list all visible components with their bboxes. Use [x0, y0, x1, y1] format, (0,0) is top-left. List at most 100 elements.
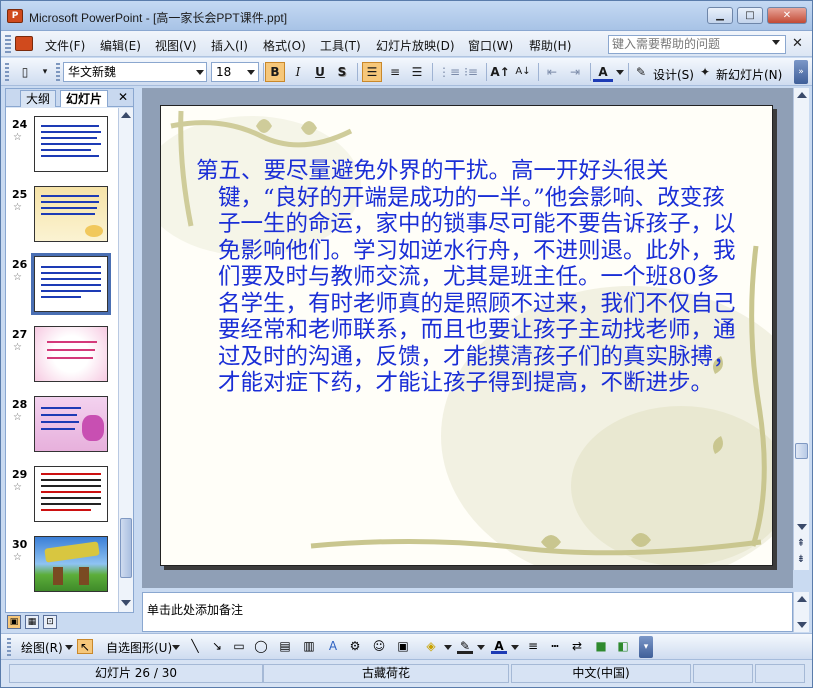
align-center-icon[interactable]: ≡: [385, 62, 405, 82]
line-color-icon[interactable]: ✎: [457, 639, 473, 654]
chevron-down-icon[interactable]: [172, 645, 180, 650]
close-document-button[interactable]: ✕: [792, 36, 803, 51]
underline-button[interactable]: U: [310, 62, 330, 82]
font-name-select[interactable]: 华文新魏: [63, 62, 207, 82]
scrollbar-thumb[interactable]: [120, 518, 132, 578]
menu-view[interactable]: 视图(V): [155, 37, 197, 54]
chevron-down-icon[interactable]: [444, 645, 452, 650]
design-icon[interactable]: ✎: [633, 62, 649, 82]
increase-font-icon[interactable]: A↑: [490, 62, 510, 82]
vertical-textbox-icon[interactable]: ▥: [301, 639, 317, 654]
clipart-icon[interactable]: ☺: [371, 639, 387, 654]
design-button[interactable]: 设计(S): [653, 66, 694, 83]
slide-body-text[interactable]: 第五、要尽量避免外界的干扰。高一开好头很关键，“良好的开端是成功的一半。”他会影…: [196, 158, 741, 397]
slide-thumbnail-24[interactable]: 24 ☆: [6, 116, 118, 180]
decrease-indent-icon[interactable]: ⇤: [542, 62, 562, 82]
close-button[interactable]: ✕: [767, 7, 807, 24]
menu-format[interactable]: 格式(O): [263, 37, 306, 54]
close-pane-button[interactable]: ✕: [118, 90, 128, 104]
draw-font-color-icon[interactable]: A: [491, 639, 507, 654]
slide-sorter-icon[interactable]: ▦: [25, 615, 39, 629]
wordart-icon[interactable]: A: [325, 639, 341, 654]
scrollbar-thumb[interactable]: [795, 443, 808, 459]
slide-thumbnail-28[interactable]: 28 ☆: [6, 396, 118, 460]
menu-tools[interactable]: 工具(T): [320, 37, 361, 54]
shadow-style-icon[interactable]: ■: [593, 639, 609, 654]
new-slide-icon[interactable]: ✦: [697, 62, 713, 82]
thumbnail-image[interactable]: [34, 466, 108, 522]
thumbnail-image[interactable]: [34, 396, 108, 452]
chevron-down-icon[interactable]: [65, 645, 73, 650]
increase-indent-icon[interactable]: ⇥: [565, 62, 585, 82]
scroll-up-icon[interactable]: [797, 596, 807, 602]
thumbnail-image[interactable]: [34, 326, 108, 382]
toolbar-grip[interactable]: [56, 63, 60, 81]
next-slide-icon[interactable]: ⇟: [793, 554, 809, 565]
toolbar-overflow-icon[interactable]: ▾: [639, 636, 653, 658]
chevron-down-icon[interactable]: [247, 70, 255, 75]
thumbnails-scrollbar[interactable]: [118, 108, 133, 612]
help-search-input[interactable]: 键入需要帮助的问题: [608, 35, 786, 54]
new-document-icon[interactable]: ▯: [15, 62, 35, 82]
italic-button[interactable]: I: [288, 62, 308, 82]
current-slide[interactable]: 第五、要尽量避免外界的干扰。高一开好头很关键，“良好的开端是成功的一半。”他会影…: [160, 105, 773, 566]
slide-thumbnail-29[interactable]: 29 ☆: [6, 466, 118, 530]
align-left-icon[interactable]: ☰: [362, 62, 382, 82]
scroll-down-icon[interactable]: [797, 622, 807, 628]
arrow-icon[interactable]: ↘: [209, 639, 225, 654]
maximize-button[interactable]: □: [737, 7, 763, 24]
chevron-down-icon[interactable]: [772, 40, 780, 45]
toolbar-grip[interactable]: [7, 638, 11, 656]
slide-scrollbar[interactable]: [793, 88, 809, 570]
slide-thumbnail-27[interactable]: 27 ☆: [6, 326, 118, 390]
bullets-icon[interactable]: ⁝≡: [461, 62, 481, 82]
toolbar-overflow-icon[interactable]: »: [794, 60, 808, 84]
menu-help[interactable]: 帮助(H): [529, 37, 571, 54]
menu-slideshow[interactable]: 幻灯片放映(D): [376, 37, 455, 54]
minimize-button[interactable]: ▁: [707, 7, 733, 24]
font-color-icon[interactable]: A: [593, 62, 613, 82]
chevron-down-icon[interactable]: [196, 70, 204, 75]
normal-view-icon[interactable]: ▣: [7, 615, 21, 629]
textbox-icon[interactable]: ▤: [277, 639, 293, 654]
select-pointer-icon[interactable]: ↖: [77, 639, 93, 654]
line-icon[interactable]: ╲: [187, 639, 203, 654]
thumbnail-image[interactable]: [34, 536, 108, 592]
align-right-icon[interactable]: ☰: [407, 62, 427, 82]
document-icon[interactable]: [15, 36, 33, 51]
slide-thumbnail-25[interactable]: 25 ☆: [6, 186, 118, 250]
tab-outline[interactable]: 大纲: [20, 90, 57, 107]
menu-window[interactable]: 窗口(W): [468, 37, 513, 54]
rectangle-icon[interactable]: ▭: [231, 639, 247, 654]
toolbar-grip[interactable]: [5, 63, 9, 81]
chevron-down-icon[interactable]: [477, 645, 485, 650]
slide-thumbnail-26[interactable]: 26 ☆: [6, 253, 118, 320]
previous-slide-icon[interactable]: ⇞: [793, 538, 809, 549]
notes-pane[interactable]: 单击此处添加备注: [142, 592, 793, 632]
decrease-font-icon[interactable]: A↓: [513, 62, 533, 82]
autoshapes-button[interactable]: 自选图形(U): [106, 639, 172, 656]
slideshow-icon[interactable]: ⊡: [43, 615, 57, 629]
bold-button[interactable]: B: [265, 62, 285, 82]
diagram-icon[interactable]: ⚙: [347, 639, 363, 654]
shadow-button[interactable]: S: [332, 62, 352, 82]
scroll-up-icon[interactable]: [121, 112, 131, 118]
dash-style-icon[interactable]: ┅: [547, 639, 563, 654]
scroll-up-icon[interactable]: [797, 92, 807, 98]
numbering-icon[interactable]: ⋮≡: [438, 62, 460, 82]
menubar-grip[interactable]: [5, 35, 11, 53]
picture-icon[interactable]: ▣: [395, 639, 411, 654]
oval-icon[interactable]: ◯: [253, 639, 269, 654]
fill-color-icon[interactable]: ◈: [423, 639, 439, 654]
toolbar-options-icon[interactable]: ▾: [39, 62, 51, 82]
draw-menu-button[interactable]: 绘图(R): [21, 639, 63, 656]
thumbnail-image[interactable]: [34, 116, 108, 172]
arrow-style-icon[interactable]: ⇄: [569, 639, 585, 654]
line-style-icon[interactable]: ≡: [525, 639, 541, 654]
new-slide-button[interactable]: 新幻灯片(N): [716, 66, 782, 83]
menu-edit[interactable]: 编辑(E): [100, 37, 141, 54]
tab-slides[interactable]: 幻灯片: [60, 90, 109, 107]
menu-insert[interactable]: 插入(I): [211, 37, 248, 54]
chevron-down-icon[interactable]: [616, 70, 624, 75]
powerpoint-icon[interactable]: P: [7, 9, 23, 23]
